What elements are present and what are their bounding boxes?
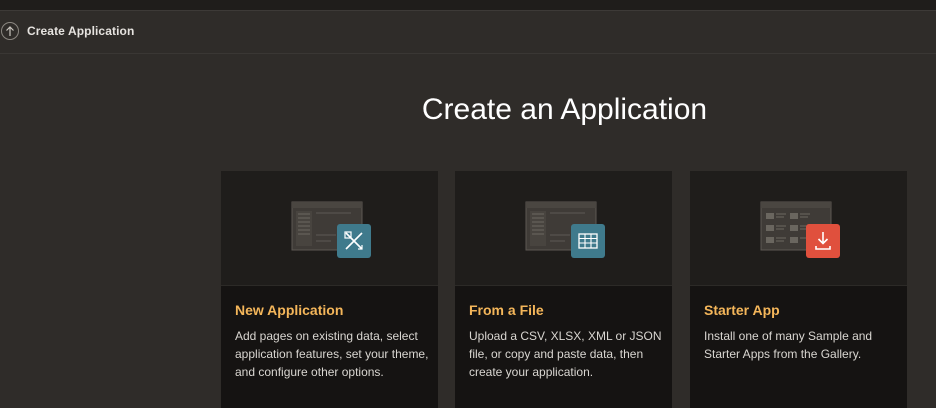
card-title: From a File [469, 302, 544, 318]
new-application-card[interactable]: New Application Add pages on existing da… [221, 171, 438, 408]
card-description: Upload a CSV, XLSX, XML or JSON file, or… [469, 329, 662, 379]
card-description: Install one of many Sample and Starter A… [704, 329, 873, 361]
starter-app-card[interactable]: Starter App Install one of many Sample a… [690, 171, 907, 408]
pencil-ruler-icon [337, 224, 371, 258]
from-a-file-card[interactable]: From a File Upload a CSV, XLSX, XML or J… [455, 171, 672, 408]
back-button[interactable] [1, 22, 19, 40]
page-title: Create an Application [421, 93, 708, 126]
arrow-up-icon [6, 26, 14, 36]
table-grid-icon [571, 224, 605, 258]
card-title: New Application [235, 302, 344, 318]
card-illustration [690, 171, 907, 286]
header-title: Create Application [27, 24, 135, 38]
create-application-page: Create Application Create an Application [0, 0, 936, 408]
top-strip [0, 0, 936, 11]
download-icon [806, 224, 840, 258]
card-title: Starter App [704, 302, 780, 318]
card-description: Add pages on existing data, select appli… [235, 329, 429, 379]
card-illustration [455, 171, 672, 286]
page-header: Create Application [0, 11, 936, 54]
card-illustration [221, 171, 438, 286]
